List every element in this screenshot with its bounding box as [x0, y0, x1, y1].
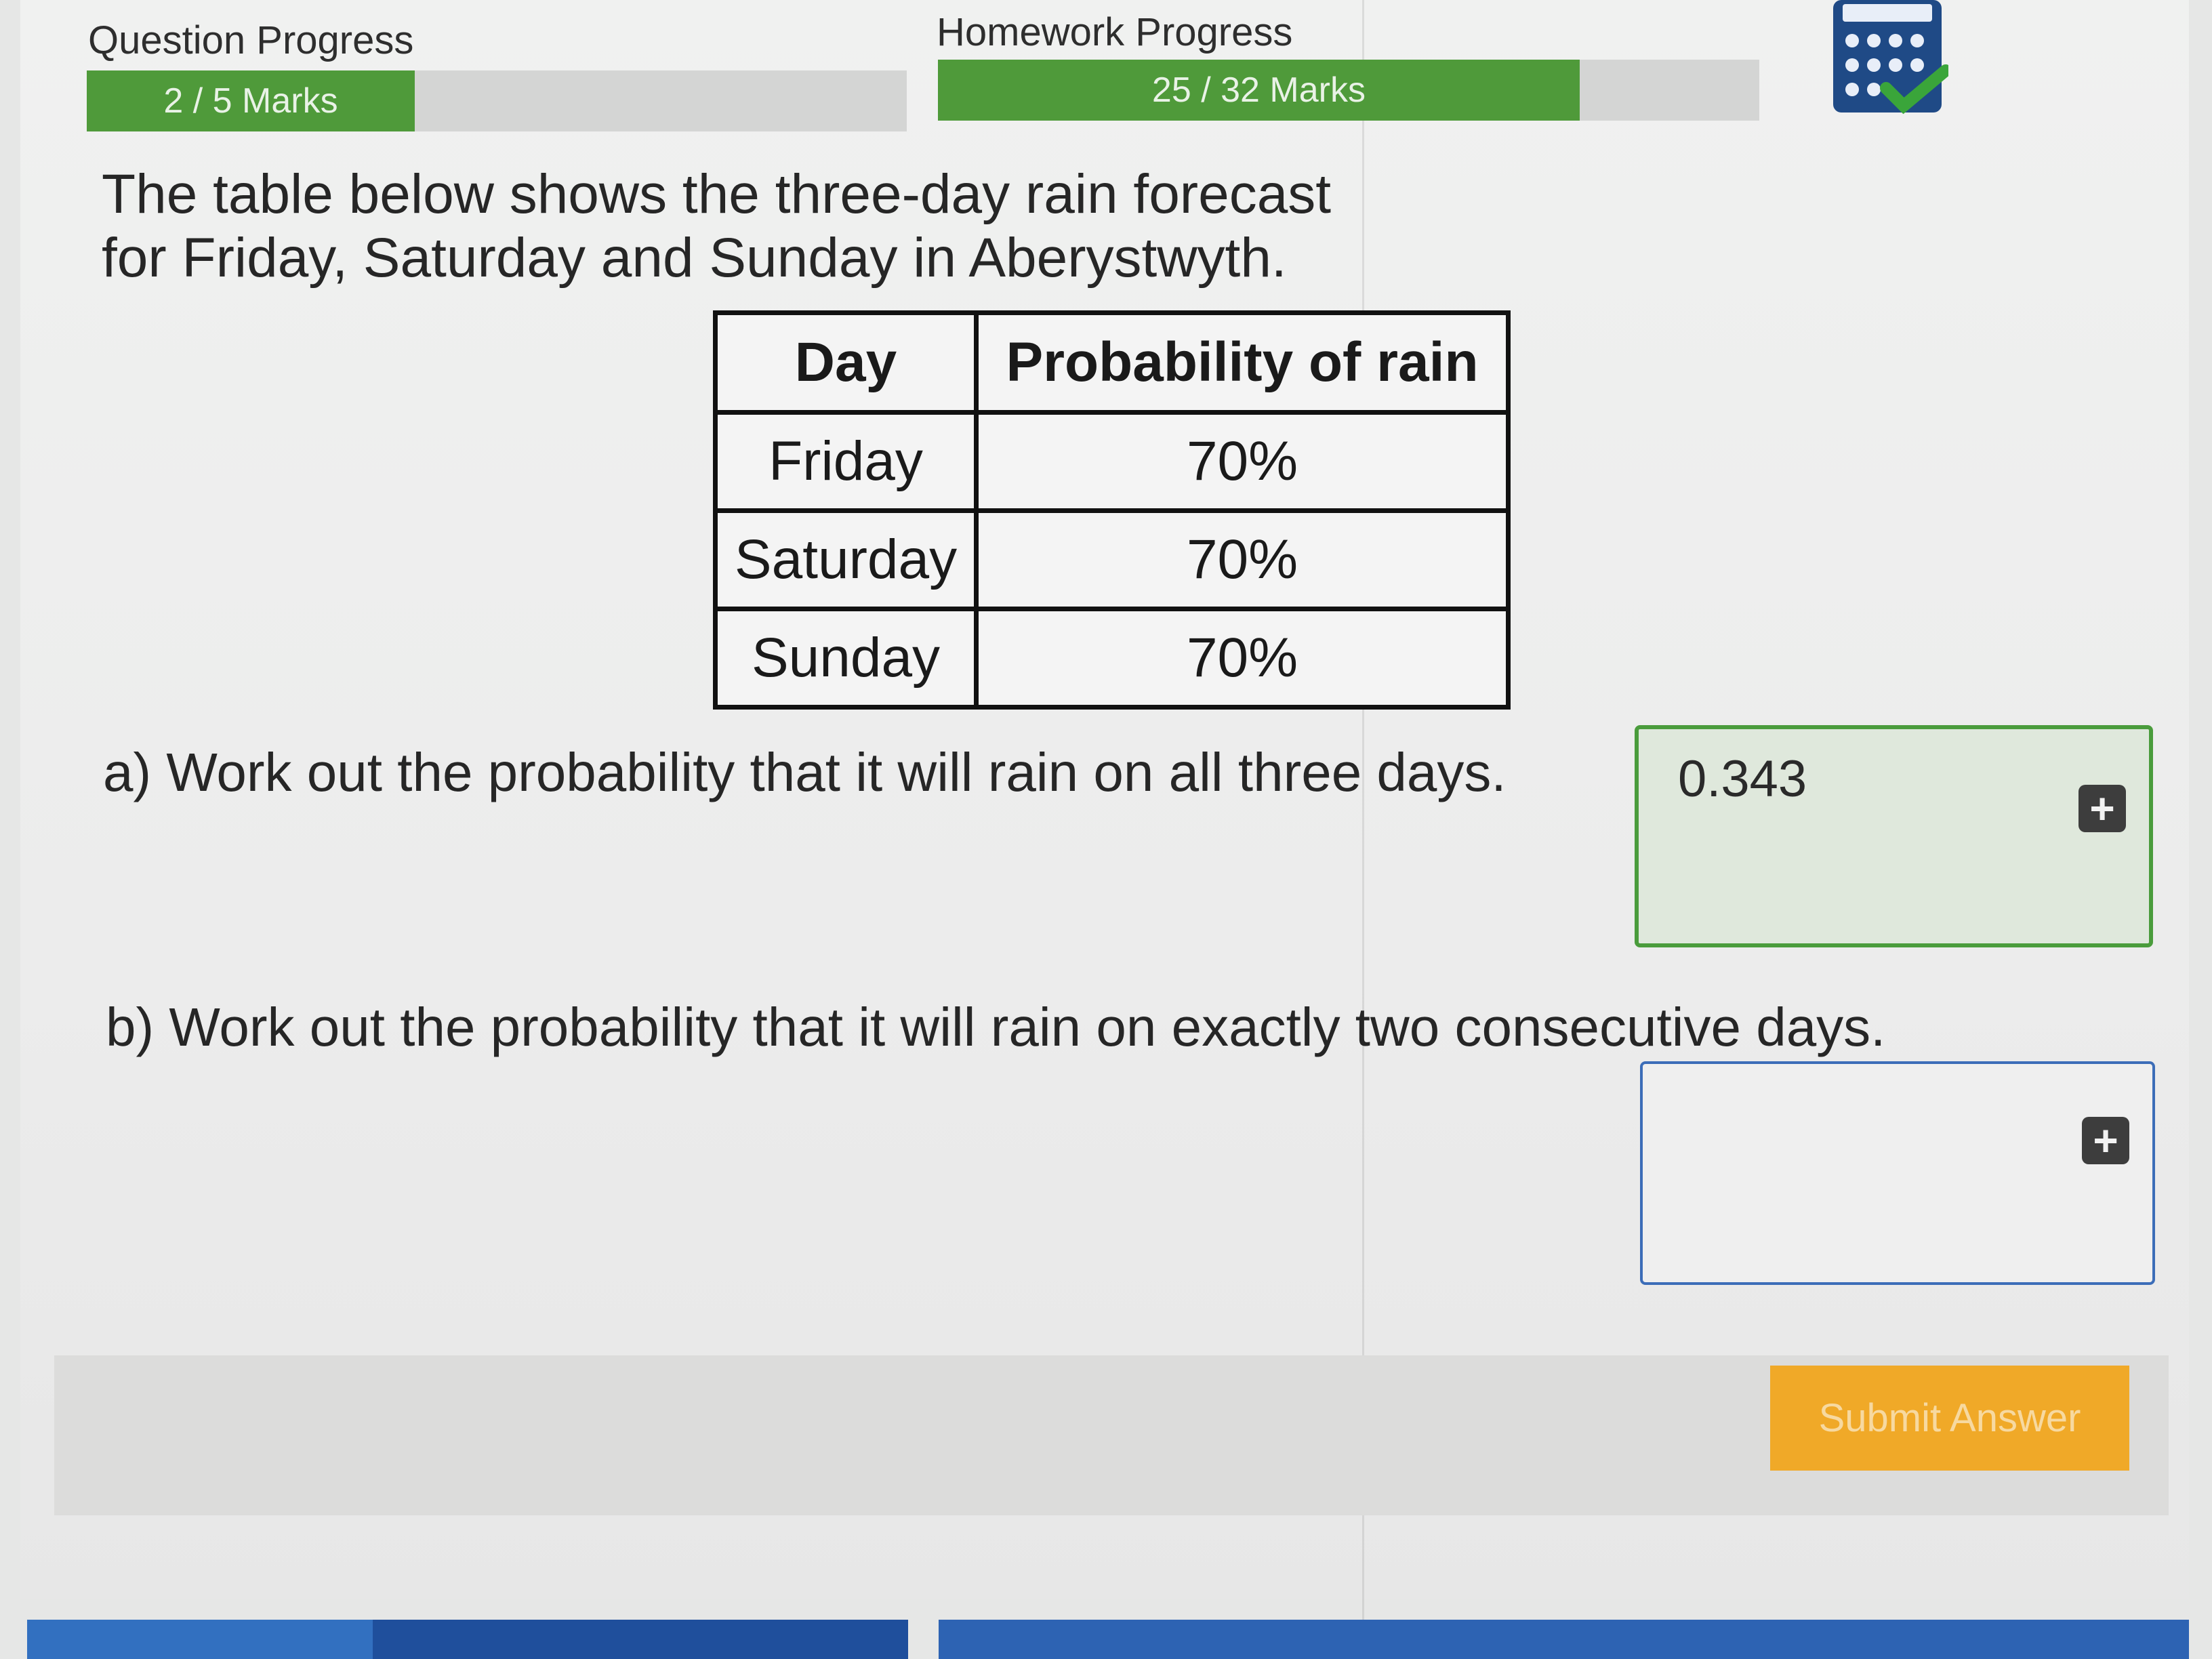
homework-progress-label: Homework Progress — [937, 10, 1293, 54]
intro-line-2: for Friday, Saturday and Sunday in Abery… — [102, 227, 1287, 289]
table-row: Sunday 70% — [713, 607, 1511, 710]
table-row: Friday 70% — [713, 410, 1511, 513]
part-a-answer-box[interactable]: 0.343 + — [1635, 725, 2153, 947]
homework-progress-marks: 25 / 32 Marks — [1151, 70, 1366, 110]
table-cell-day: Friday — [713, 410, 979, 513]
question-progress-marks: 2 / 5 Marks — [163, 81, 338, 121]
table-cell-probability: 70% — [974, 508, 1511, 611]
header-probability: Probability of rain — [974, 310, 1511, 415]
homework-progress-fill: 25 / 32 Marks — [938, 60, 1580, 121]
bottom-nav-left[interactable] — [27, 1620, 373, 1659]
question-intro: The table below shows the three-day rain… — [102, 163, 1423, 290]
plus-icon[interactable]: + — [2082, 1117, 2129, 1164]
rain-forecast-table: Day Probability of rain Friday 70% Satur… — [713, 310, 1511, 710]
part-a-answer-value[interactable]: 0.343 — [1678, 750, 1807, 808]
table-cell-day: Sunday — [713, 607, 979, 710]
intro-line-1: The table below shows the three-day rain… — [102, 163, 1332, 225]
part-b-answer-box[interactable]: + — [1640, 1061, 2155, 1285]
table-row: Saturday 70% — [713, 508, 1511, 611]
table-header-row: Day Probability of rain — [713, 310, 1511, 415]
calculator-icon[interactable] — [1833, 0, 1952, 115]
question-progress-bar: 2 / 5 Marks — [87, 70, 907, 131]
plus-icon[interactable]: + — [2078, 785, 2126, 832]
question-progress-fill: 2 / 5 Marks — [87, 70, 415, 131]
homework-progress-bar: 25 / 32 Marks — [938, 60, 1759, 121]
table-cell-day: Saturday — [713, 508, 979, 611]
table-cell-probability: 70% — [974, 607, 1511, 710]
part-b-question: b) Work out the probability that it will… — [106, 997, 1886, 1057]
bottom-nav-middle[interactable] — [373, 1620, 908, 1659]
header-day: Day — [713, 310, 979, 415]
table-cell-probability: 70% — [974, 410, 1511, 513]
question-progress-label: Question Progress — [88, 18, 414, 62]
submit-answer-button[interactable]: Submit Answer — [1770, 1366, 2129, 1471]
bottom-nav-right[interactable] — [939, 1620, 2189, 1659]
part-a-question: a) Work out the probability that it will… — [103, 742, 1507, 802]
